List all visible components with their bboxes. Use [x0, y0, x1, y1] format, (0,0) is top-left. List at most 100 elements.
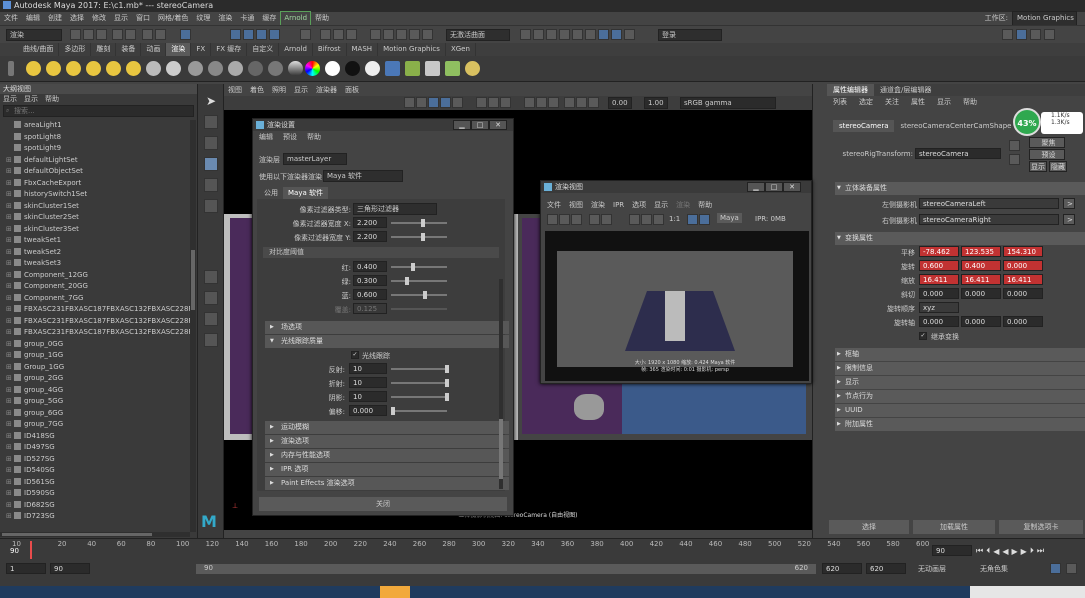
shelf-tab[interactable]: Motion Graphics [378, 43, 446, 56]
rotate-x-field[interactable]: 0.600 [919, 260, 959, 271]
green-slider[interactable] [391, 280, 447, 282]
attr-menu-item[interactable]: 帮助 [957, 96, 983, 108]
expand-icon[interactable]: ⊞ [6, 477, 14, 489]
outliner-search-input[interactable]: ⌕ 搜索... [3, 105, 194, 117]
phonge-material-icon[interactable] [248, 61, 263, 76]
open-scene-icon[interactable] [83, 29, 94, 40]
close-button[interactable]: ✕ [783, 182, 801, 192]
rv-menu-item[interactable]: 视图 [569, 200, 583, 210]
expand-icon[interactable]: ⊞ [6, 212, 14, 224]
lambert-material-icon[interactable] [208, 61, 223, 76]
minimize-button[interactable]: ▁ [453, 120, 471, 130]
keep-image-icon[interactable] [687, 214, 698, 225]
ime-toolbar[interactable] [970, 586, 1085, 598]
expand-icon[interactable]: ⊞ [6, 166, 14, 178]
render-view-icon[interactable] [585, 29, 596, 40]
node-tab-stereo-camera[interactable]: stereoCamera [833, 120, 895, 132]
viewport-tool-icon[interactable] [524, 97, 535, 108]
outliner-layout-icon[interactable] [204, 333, 218, 347]
input-line-icon[interactable] [383, 29, 394, 40]
select-button[interactable]: 选择 [829, 520, 909, 534]
outliner-item[interactable]: ⊞ FBXASC231FBXASC187FBXASC132FBXASC228FE [0, 327, 190, 339]
outliner-item[interactable]: ⊞ group_2GG [0, 373, 190, 385]
render-image-frame[interactable]: 大小: 1920 x 1080 缩放: 0.424 Maya 软件 帧: 365… [545, 231, 809, 381]
expand-icon[interactable]: ⊞ [6, 293, 14, 305]
layout-four-icon[interactable] [204, 291, 218, 305]
blinn-material-icon[interactable] [188, 61, 203, 76]
render-frame-icon[interactable] [320, 29, 331, 40]
select-component-icon[interactable] [180, 29, 191, 40]
coverage-field[interactable]: 0.125 [353, 303, 387, 314]
menu-item[interactable]: 网格/着色 [154, 12, 192, 25]
menu-item[interactable]: 卡通 [236, 12, 258, 25]
paint-select-icon[interactable] [204, 136, 218, 150]
attribute-editor-toggle-icon[interactable] [1016, 29, 1027, 40]
move-tool-icon[interactable] [204, 157, 218, 171]
attr-menu-item[interactable]: 显示 [931, 96, 957, 108]
reflections-field[interactable]: 10 [349, 363, 387, 374]
viewport-tool-icon[interactable] [404, 97, 415, 108]
outliner-item[interactable]: ⊞ group_6GG [0, 408, 190, 420]
character-set-dropdown[interactable]: 无角色集 [980, 564, 1008, 574]
expand-icon[interactable]: ⊞ [6, 155, 14, 167]
playback-end-field[interactable]: 620 [822, 563, 862, 574]
outliner-item[interactable]: ⊞ ID561SG [0, 477, 190, 489]
menu-item[interactable]: 修改 [88, 12, 110, 25]
right-camera-field[interactable]: stereoCameraRight [919, 214, 1059, 225]
outliner-item[interactable]: ⊞ ID497SG [0, 442, 190, 454]
rv-menu-item[interactable]: 选项 [632, 200, 646, 210]
outliner-menu-item[interactable]: 显示 [24, 94, 38, 104]
red-field[interactable]: 0.400 [353, 261, 387, 272]
rv-menu-item[interactable]: 文件 [547, 200, 561, 210]
expand-icon[interactable]: ⊞ [6, 258, 14, 270]
shelf-tab[interactable]: Bifrost [313, 43, 347, 56]
slider-knob[interactable] [423, 291, 427, 299]
rotate-axis-z-field[interactable]: 0.000 [1003, 316, 1043, 327]
shelf-tab[interactable]: 装备 [116, 43, 142, 56]
outliner-item[interactable]: ⊞ tweakSet2 [0, 247, 190, 259]
raytrace-section[interactable]: 光线跟踪质量 [265, 335, 509, 348]
shelf-tab-active[interactable]: 渲染 [166, 43, 192, 56]
viewport-tool-icon[interactable] [588, 97, 599, 108]
outliner-item[interactable]: ⊞ Component_12GG [0, 270, 190, 282]
shelf-tab[interactable]: FX 缓存 [211, 43, 248, 56]
slider-knob[interactable] [411, 263, 415, 271]
workspace-dropdown[interactable]: Motion Graphics [1012, 11, 1077, 26]
filter-width-y-field[interactable]: 2.200 [353, 231, 387, 242]
minimize-button[interactable]: ▁ [747, 182, 765, 192]
render-setup-icon[interactable] [611, 29, 622, 40]
outliner-h-scrollbar[interactable] [0, 532, 190, 537]
rotate-order-dropdown[interactable]: xyz [919, 302, 959, 313]
render-view-icon[interactable] [546, 29, 557, 40]
render-region-icon[interactable] [589, 214, 600, 225]
render-view-icon[interactable] [572, 29, 583, 40]
tab-channel-box[interactable]: 通道盒/层编辑器 [874, 84, 937, 96]
motion-blur-section[interactable]: 运动模糊 [265, 421, 509, 434]
expand-icon[interactable]: ⊞ [6, 488, 14, 500]
hypershade-shelf-icon[interactable] [405, 61, 420, 76]
paint-fx-icon[interactable] [445, 61, 460, 76]
hypershade-icon[interactable] [598, 29, 609, 40]
translate-z-field[interactable]: 154.310 [1003, 246, 1043, 257]
render-view-shelf-icon[interactable] [385, 61, 400, 76]
expand-icon[interactable]: ⊞ [6, 327, 14, 339]
shelf-tab[interactable]: FX [191, 43, 212, 56]
rs-close-button[interactable]: 关闭 [259, 497, 507, 511]
node-tab-center-cam-shape[interactable]: stereoCameraCenterCamShape [894, 120, 1017, 132]
history-icon[interactable] [300, 29, 311, 40]
range-bar[interactable]: 90 620 [196, 564, 816, 574]
attr-menu-item[interactable]: 属性 [905, 96, 931, 108]
redo-icon[interactable] [125, 29, 136, 40]
shear-z-field[interactable]: 0.000 [1003, 288, 1043, 299]
outliner-item[interactable]: ⊞ historySwitch1Set [0, 189, 190, 201]
ipr-render-icon[interactable] [333, 29, 344, 40]
layout-two-icon[interactable] [204, 312, 218, 326]
outliner-item[interactable]: spotLight8 [0, 132, 190, 144]
ramp-shader-icon[interactable] [305, 61, 320, 76]
expand-icon[interactable]: ⊞ [6, 316, 14, 328]
scale-tool-icon[interactable] [204, 199, 218, 213]
rgb-icon[interactable] [629, 214, 640, 225]
snap-grid-icon[interactable] [230, 29, 241, 40]
current-time-marker[interactable] [30, 541, 32, 559]
menu-item[interactable]: 文件 [0, 12, 22, 25]
